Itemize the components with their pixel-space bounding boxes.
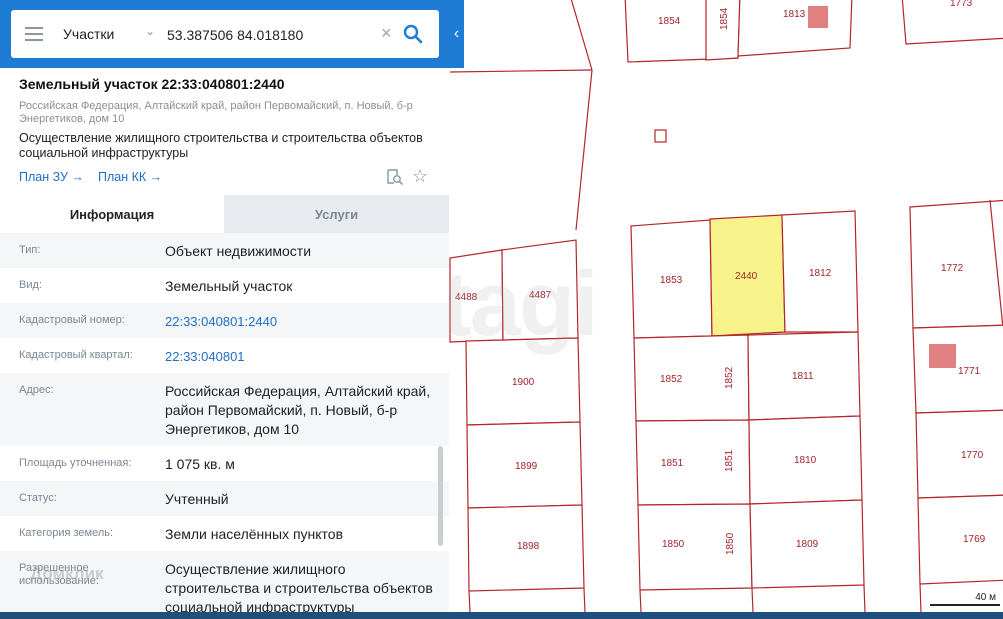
tabs: Информация Услуги — [0, 195, 449, 233]
parcel-label: 1851 — [724, 449, 735, 472]
property-row: Кадастровый номер: 22:33:040801:2440 — [0, 303, 449, 338]
parcel-purpose: Осуществление жилищного строительства и … — [19, 131, 423, 160]
property-row: Площадь уточненная: 1 075 кв. м — [0, 446, 449, 481]
property-row: Тип: Объект недвижимости — [0, 233, 449, 268]
map-scale: 40 м — [930, 592, 1000, 608]
parcel-label: 1810 — [794, 455, 817, 466]
building — [929, 344, 956, 368]
parcel-label: 1898 — [517, 541, 540, 552]
parcel-1770[interactable] — [915, 409, 1003, 499]
parcel-label: 1812 — [809, 268, 832, 279]
parcel-address: Российская Федерация, Алтайский край, ра… — [19, 100, 413, 125]
search-box: Участки ⌄ × — [11, 10, 439, 58]
collapse-panel-button[interactable]: ‹ — [449, 0, 464, 68]
parcel-label: 1899 — [515, 461, 538, 472]
property-key: Вид: — [19, 279, 42, 291]
layer-select[interactable]: Участки — [63, 26, 114, 42]
property-row: Адрес: Российская Федерация, Алтайский к… — [0, 373, 449, 446]
property-row: Статус: Учтенный — [0, 481, 449, 516]
parcel-label: 1852 — [660, 374, 683, 385]
cadastral-quarter-link[interactable]: 22:33:040801 — [165, 347, 435, 366]
parcel-label: 1900 — [512, 377, 535, 388]
property-value: 1 075 кв. м — [165, 456, 235, 472]
road-edge — [449, 69, 593, 73]
chevron-down-icon[interactable]: ⌄ — [145, 24, 155, 38]
parcel-label: 1771 — [958, 366, 981, 377]
info-panel: Земельный участок 22:33:040801:2440 Росс… — [0, 68, 449, 612]
scale-label: 40 м — [975, 592, 996, 603]
parcel-label: 1852 — [724, 366, 735, 389]
property-value: Российская Федерация, Алтайский край, ра… — [165, 383, 431, 437]
parcel-label: 1853 — [660, 275, 683, 286]
road-edge — [751, 587, 754, 613]
parcel-label: 1773 — [950, 0, 973, 9]
parcel-label: 2440 — [735, 271, 758, 282]
property-key: Кадастровый номер: — [19, 314, 125, 326]
road-edge — [583, 587, 586, 613]
plan-zu-link[interactable]: План ЗУ → — [19, 170, 84, 184]
parcel-label: 1813 — [783, 9, 806, 20]
parcel-label: 1772 — [941, 263, 964, 274]
property-key: Площадь уточненная: — [19, 457, 132, 469]
road-edge — [919, 583, 922, 613]
scrollbar[interactable] — [438, 446, 443, 546]
property-key: Адрес: — [19, 384, 54, 396]
parcel-label: 1809 — [796, 539, 819, 550]
property-list: Тип: Объект недвижимости Вид: Земельный … — [0, 233, 449, 612]
road-edge — [863, 584, 866, 613]
small-structure — [654, 129, 667, 143]
property-value: Учтенный — [165, 491, 229, 507]
star-icon[interactable]: ☆ — [412, 166, 428, 187]
parcel-label: 1769 — [963, 534, 986, 545]
road-edge — [570, 0, 593, 231]
property-key: Тип: — [19, 244, 41, 256]
property-value: Земли населённых пунктов — [165, 526, 344, 542]
document-search-icon[interactable] — [386, 168, 404, 186]
property-row: Вид: Земельный участок — [0, 268, 449, 303]
property-key: Статус: — [19, 492, 57, 504]
parcel-label: 1851 — [661, 458, 684, 469]
parcel-label: 1770 — [961, 450, 984, 461]
building — [808, 6, 828, 28]
property-row: Категория земель: Земли населённых пункт… — [0, 516, 449, 551]
search-icon[interactable] — [403, 24, 423, 44]
property-row: Кадастровый квартал: 22:33:040801 — [0, 338, 449, 373]
domclick-watermark: Домклик — [30, 564, 104, 583]
property-value: Земельный участок — [165, 278, 293, 294]
scale-bar — [930, 604, 1000, 606]
road-edge — [468, 590, 471, 613]
parcel-label: 1854 — [719, 7, 730, 30]
parcel-label: 1811 — [792, 371, 814, 382]
tab-information[interactable]: Информация — [0, 195, 224, 233]
property-value: Осуществление жилищного строительства и … — [165, 561, 433, 612]
cadastral-number-link[interactable]: 22:33:040801:2440 — [165, 312, 435, 331]
parcel-title: Земельный участок 22:33:040801:2440 — [19, 76, 285, 92]
property-value: Объект недвижимости — [165, 243, 312, 259]
top-bar: Участки ⌄ × ‹ — [0, 0, 464, 68]
menu-icon[interactable] — [25, 27, 43, 41]
parcel-label: 1854 — [658, 16, 681, 27]
tab-services[interactable]: Услуги — [224, 195, 449, 233]
bottom-strip — [0, 612, 1003, 619]
plan-kk-link[interactable]: План КК → — [98, 170, 162, 184]
property-key: Категория земель: — [19, 527, 114, 539]
property-key: Кадастровый квартал: — [19, 349, 133, 361]
search-input[interactable] — [165, 22, 379, 48]
parcel-label: 1850 — [725, 532, 736, 555]
parcel-label: 1850 — [662, 539, 685, 550]
road-edge — [639, 589, 642, 613]
close-icon[interactable]: × — [381, 23, 392, 44]
parcel-1769[interactable] — [917, 494, 1003, 585]
